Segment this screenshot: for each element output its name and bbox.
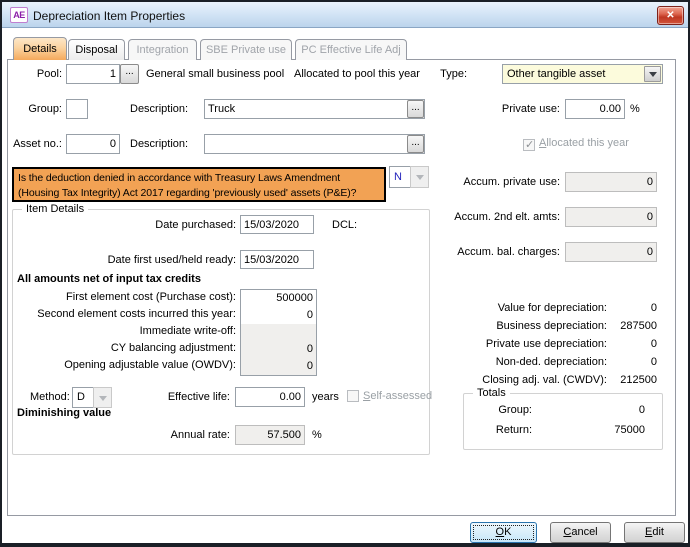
tab-disposal[interactable]: Disposal	[68, 39, 125, 60]
totals-group-label: Group:	[470, 404, 532, 416]
item-details-legend: Item Details	[22, 203, 88, 215]
accum-bal-charges-label: Accum. bal. charges:	[410, 246, 560, 258]
self-assessed-checkbox	[347, 390, 359, 402]
accum-private-use-value: 0	[565, 172, 657, 192]
accum-bal-charges-value: 0	[565, 242, 657, 262]
first-element-cost-label: First element cost (Purchase cost):	[18, 291, 236, 303]
close-button[interactable]: ✕	[657, 6, 684, 25]
totals-group-value: 0	[560, 404, 645, 416]
accum-private-use-label: Accum. private use:	[410, 176, 560, 188]
cost-values-box: 500000 0 0 0	[240, 289, 317, 376]
business-depreciation-value: 287500	[560, 320, 657, 332]
accum-2nd-elt-amts-value: 0	[565, 207, 657, 227]
net-of-tax-credits-note: All amounts net of input tax credits	[17, 273, 201, 285]
tab-integration: Integration	[128, 39, 197, 60]
tab-details[interactable]: Details	[13, 37, 67, 60]
allocated-this-year-label: Allocated this year	[539, 137, 629, 149]
group-label: Group:	[0, 103, 62, 115]
method-label: Method:	[30, 391, 70, 403]
depreciation-item-properties-dialog: AE Depreciation Item Properties ✕ Detail…	[0, 0, 690, 547]
private-use-depreciation-value: 0	[560, 338, 657, 350]
cy-balancing-adjustment-label: CY balancing adjustment:	[18, 342, 236, 354]
date-purchased-input[interactable]: 15/03/2020	[240, 215, 314, 234]
totals-return-value: 75000	[560, 424, 645, 436]
effective-life-input[interactable]: 0.00	[235, 387, 305, 407]
method-dropdown-button	[93, 387, 112, 408]
private-use-unit: %	[630, 103, 640, 115]
type-dropdown-button[interactable]	[644, 66, 661, 82]
asset-no-label: Asset no.:	[0, 138, 62, 150]
description1-label: Description:	[130, 103, 188, 115]
pool-lookup-button[interactable]: ...	[120, 64, 139, 84]
self-assessed-label: Self-assessed	[363, 390, 432, 402]
edit-button-label: Edit	[645, 523, 664, 542]
ellipsis-icon: ...	[125, 66, 133, 77]
cy-balancing-adjustment-value: 0	[241, 341, 316, 358]
type-combobox[interactable]: Other tangible asset	[502, 64, 663, 84]
immediate-write-off-value	[241, 324, 316, 341]
ok-button[interactable]: OK	[470, 522, 537, 543]
totals-return-label: Return:	[470, 424, 532, 436]
first-element-cost-input[interactable]: 500000	[241, 290, 316, 307]
closing-adj-val-value: 212500	[560, 374, 657, 386]
description1-lookup-button[interactable]: ...	[407, 100, 424, 118]
description2-label: Description:	[130, 138, 188, 150]
ok-button-label: OK	[496, 523, 512, 542]
annual-rate-unit: %	[312, 429, 322, 441]
deduction-denied-question: Is the deduction denied in accordance wi…	[12, 167, 386, 202]
private-use-input[interactable]: 0.00	[565, 99, 625, 119]
totals-legend: Totals	[473, 387, 510, 399]
tab-pc-effective-life-adj: PC Effective Life Adj	[295, 39, 407, 60]
date-purchased-label: Date purchased:	[20, 219, 236, 231]
close-icon: ✕	[666, 10, 674, 21]
ellipsis-icon: ...	[411, 102, 419, 113]
cancel-button[interactable]: Cancel	[550, 522, 611, 543]
accum-2nd-elt-amts-label: Accum. 2nd elt. amts:	[410, 211, 560, 223]
annual-rate-value: 57.500	[235, 425, 305, 445]
allocated-this-year-checkbox	[523, 139, 535, 151]
allocated-pool-text: Allocated to pool this year	[294, 68, 420, 80]
asset-no-input[interactable]: 0	[66, 134, 120, 154]
pool-name-text: General small business pool	[146, 68, 284, 80]
totals-groupbox	[463, 393, 663, 450]
tab-sbe-private-use: SBE Private use	[200, 39, 292, 60]
non-ded-depreciation-value: 0	[560, 356, 657, 368]
pool-label: Pool:	[0, 68, 62, 80]
method-combobox[interactable]: D	[72, 387, 94, 408]
opening-adjustable-value-label: Opening adjustable value (OWDV):	[18, 359, 236, 371]
type-label: Type:	[420, 68, 467, 80]
title-bar[interactable]: AE Depreciation Item Properties ✕	[2, 2, 688, 28]
deduction-denied-answer[interactable]: N	[389, 166, 411, 188]
immediate-write-off-label: Immediate write-off:	[18, 325, 236, 337]
second-element-costs-label: Second element costs incurred this year:	[18, 308, 236, 320]
question-line1: Is the deduction denied in accordance wi…	[18, 171, 380, 186]
second-element-costs-input[interactable]: 0	[241, 307, 316, 324]
date-first-used-input[interactable]: 15/03/2020	[240, 250, 314, 269]
description2-input[interactable]	[204, 134, 425, 154]
private-use-label: Private use:	[440, 103, 560, 115]
cancel-button-label: Cancel	[563, 523, 597, 542]
edit-button[interactable]: Edit	[624, 522, 685, 543]
type-value: Other tangible asset	[507, 65, 605, 83]
deduction-denied-value: N	[394, 167, 402, 187]
chevron-down-icon	[649, 72, 657, 77]
window-title: Depreciation Item Properties	[33, 9, 185, 23]
question-line2: (Housing Tax Integrity) Act 2017 regardi…	[18, 186, 380, 201]
chevron-down-icon	[99, 396, 107, 401]
pool-input[interactable]: 1	[66, 64, 120, 84]
ae-app-icon: AE	[10, 7, 28, 23]
opening-adjustable-value: 0	[241, 358, 316, 375]
description2-lookup-button[interactable]: ...	[407, 135, 424, 153]
annual-rate-label: Annual rate:	[120, 429, 230, 441]
value-for-depreciation-value: 0	[560, 302, 657, 314]
effective-life-unit: years	[312, 391, 339, 403]
group-input[interactable]	[66, 99, 88, 119]
method-value: D	[77, 388, 85, 407]
diminishing-value-note: Diminishing value	[17, 407, 111, 419]
description1-input[interactable]: Truck	[204, 99, 425, 119]
dcl-label: DCL:	[332, 219, 357, 231]
date-first-used-label: Date first used/held ready:	[20, 254, 236, 266]
effective-life-label: Effective life:	[120, 391, 230, 403]
ellipsis-icon: ...	[411, 137, 419, 148]
